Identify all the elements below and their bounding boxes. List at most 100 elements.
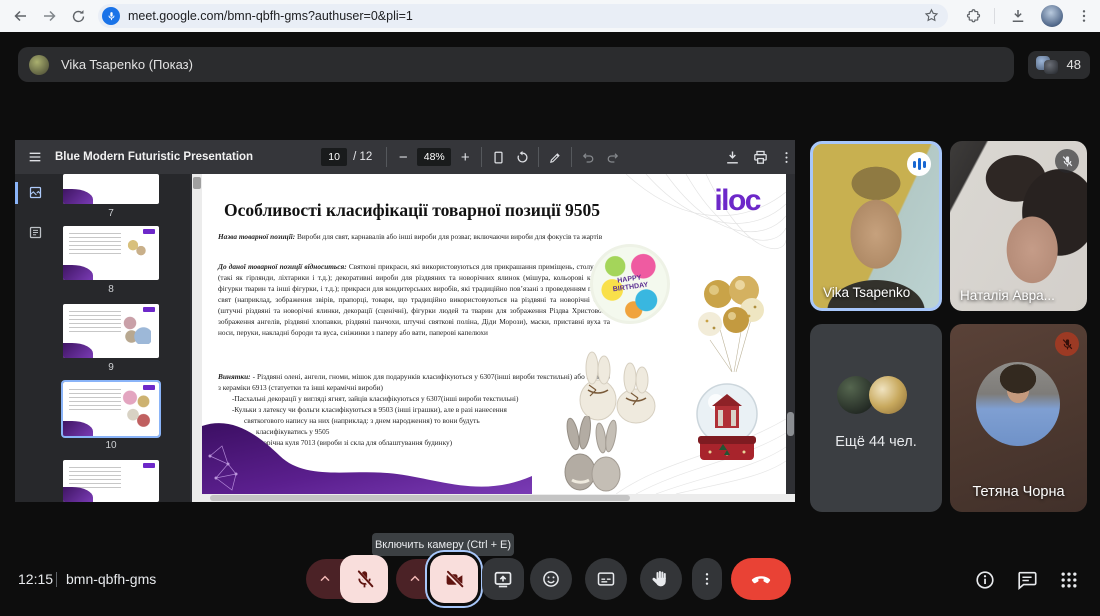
paragraph-lead: До даної товарної позиції відноситься: <box>218 262 347 271</box>
scrollbar-thumb[interactable] <box>193 177 201 189</box>
participant-avatar <box>1044 60 1058 74</box>
profile-avatar[interactable] <box>1041 5 1063 27</box>
extensions-icon[interactable] <box>961 4 985 28</box>
thumbnail-decoration <box>63 421 93 436</box>
thumbnail-decoration <box>63 487 93 502</box>
video-tile-vika[interactable]: Vika Tsapenko <box>810 141 942 311</box>
iloc-logo: iloc <box>714 184 760 218</box>
pdf-toolbar: Blue Modern Futuristic Presentation 10 /… <box>15 140 795 174</box>
rotate-icon[interactable] <box>510 145 534 169</box>
zoom-level[interactable]: 48% <box>417 148 451 166</box>
pdf-more-icon[interactable] <box>774 145 795 169</box>
more-participants-label: Ещё 44 чел. <box>810 434 942 450</box>
mic-in-use-icon[interactable] <box>102 7 120 25</box>
reload-icon[interactable] <box>66 4 90 28</box>
meeting-code: bmn-qbfh-gms <box>66 571 156 587</box>
camera-off-button[interactable] <box>430 555 478 603</box>
more-options-button[interactable] <box>692 558 722 600</box>
participant-avatar <box>869 376 907 414</box>
grey-bunnies-image <box>558 416 624 494</box>
url-bar[interactable]: meet.google.com/bmn-qbfh-gms?authuser=0&… <box>98 4 948 28</box>
thumbnail-page-11[interactable] <box>63 460 159 502</box>
redo-icon <box>600 145 624 169</box>
page-number-input[interactable]: 10 <box>321 148 347 166</box>
thumbnail-textlines <box>69 389 121 411</box>
mic-options-chevron[interactable] <box>306 559 344 599</box>
toolbar-divider <box>571 147 572 167</box>
participant-name: Vika Tsapenko <box>823 285 910 300</box>
raise-hand-button[interactable] <box>640 558 682 600</box>
thumbnail-label: 10 <box>63 440 159 451</box>
zoom-out-button[interactable]: − <box>391 145 415 169</box>
thumbnails-view-icon[interactable] <box>25 182 45 202</box>
gold-balloons-image <box>696 276 768 376</box>
thumbnail-image <box>127 238 147 256</box>
print-icon[interactable] <box>748 145 772 169</box>
participant-count: 48 <box>1067 57 1081 72</box>
annotate-icon[interactable] <box>543 145 567 169</box>
thumbnail-label: 7 <box>63 208 159 219</box>
bar-divider <box>56 572 57 587</box>
paragraph-lead: Назва товарної позиції: <box>218 232 295 241</box>
zoom-in-button[interactable]: + <box>453 145 477 169</box>
scrollbar-thumb[interactable] <box>210 495 630 501</box>
thumbnail-logo <box>143 229 155 234</box>
page-total: / 12 <box>353 151 372 163</box>
video-tile-more-participants[interactable]: Ещё 44 чел. <box>810 324 942 512</box>
thumbnail-decoration <box>63 343 93 358</box>
thumbnail-page-10-selected[interactable] <box>63 382 159 436</box>
pdf-body: 7 8 9 <box>15 174 795 502</box>
downloads-icon[interactable] <box>1006 4 1030 28</box>
presenter-name: Vika Tsapenko (Показ) <box>61 57 193 72</box>
browser-menu-icon[interactable] <box>1072 4 1096 28</box>
browser-toolbar: meet.google.com/bmn-qbfh-gms?authuser=0&… <box>0 0 1100 33</box>
download-icon[interactable] <box>720 145 744 169</box>
vertical-scrollbar[interactable] <box>192 174 202 494</box>
pdf-sidebar: 7 8 9 <box>15 174 190 502</box>
participants-chip[interactable]: 48 <box>1028 51 1090 79</box>
back-icon[interactable] <box>8 4 32 28</box>
scrollbar-thumb[interactable] <box>787 412 794 436</box>
thumbnail-page-7[interactable] <box>63 174 159 204</box>
toolbar-divider <box>481 147 482 167</box>
clock: 12:15 <box>18 571 53 587</box>
mic-off-button[interactable] <box>340 555 388 603</box>
url-text: meet.google.com/bmn-qbfh-gms?authuser=0&… <box>128 9 413 23</box>
thumbnail-decoration <box>63 189 93 204</box>
pdf-canvas: Особливості класифікації товарної позиці… <box>190 174 795 502</box>
chat-icon[interactable] <box>1014 567 1040 593</box>
fit-page-icon[interactable] <box>486 145 510 169</box>
forward-icon[interactable] <box>38 4 62 28</box>
meeting-details-icon[interactable] <box>972 567 998 593</box>
thumbnail-decoration <box>63 265 93 280</box>
thumbnail-page-8[interactable] <box>63 226 159 280</box>
video-tile-tetiana[interactable]: Тетяна Чорна <box>950 324 1087 512</box>
slide-page-10: Особливості класифікації товарної позиці… <box>202 174 786 494</box>
thumbnail-label: 9 <box>63 362 159 373</box>
toolbar-divider <box>994 8 995 24</box>
captions-button[interactable] <box>585 558 627 600</box>
video-tile-natalia[interactable]: Наталія Авра... <box>950 141 1087 311</box>
purple-wave-decoration <box>202 412 532 494</box>
camera-options-chevron[interactable] <box>396 559 434 599</box>
camera-tooltip: Включить камеру (Ctrl + E) <box>372 533 514 556</box>
apps-grid-icon[interactable] <box>1056 567 1082 593</box>
reactions-button[interactable] <box>530 558 572 600</box>
thumbnail-image <box>121 390 151 428</box>
toolbar-divider <box>386 147 387 167</box>
thumbnail-textlines <box>69 233 121 255</box>
pdf-title: Blue Modern Futuristic Presentation <box>55 151 253 163</box>
birthday-balloon-image: HAPPY BIRTHDAY <box>590 244 670 324</box>
present-button[interactable] <box>482 558 524 600</box>
leave-call-button[interactable] <box>731 558 791 600</box>
white-bunnies-image <box>572 342 666 426</box>
undo-icon <box>576 145 600 169</box>
outline-view-icon[interactable] <box>25 222 45 242</box>
thumbnail-logo <box>143 307 155 312</box>
mic-off-indicator <box>1055 332 1079 356</box>
bookmark-icon[interactable] <box>923 7 940 24</box>
slide-paragraph-2: До даної товарної позиції відноситься: С… <box>218 262 610 339</box>
slide-title: Особливості класифікації товарної позиці… <box>224 200 644 221</box>
pdf-menu-icon[interactable] <box>23 145 47 169</box>
thumbnail-page-9[interactable] <box>63 304 159 358</box>
